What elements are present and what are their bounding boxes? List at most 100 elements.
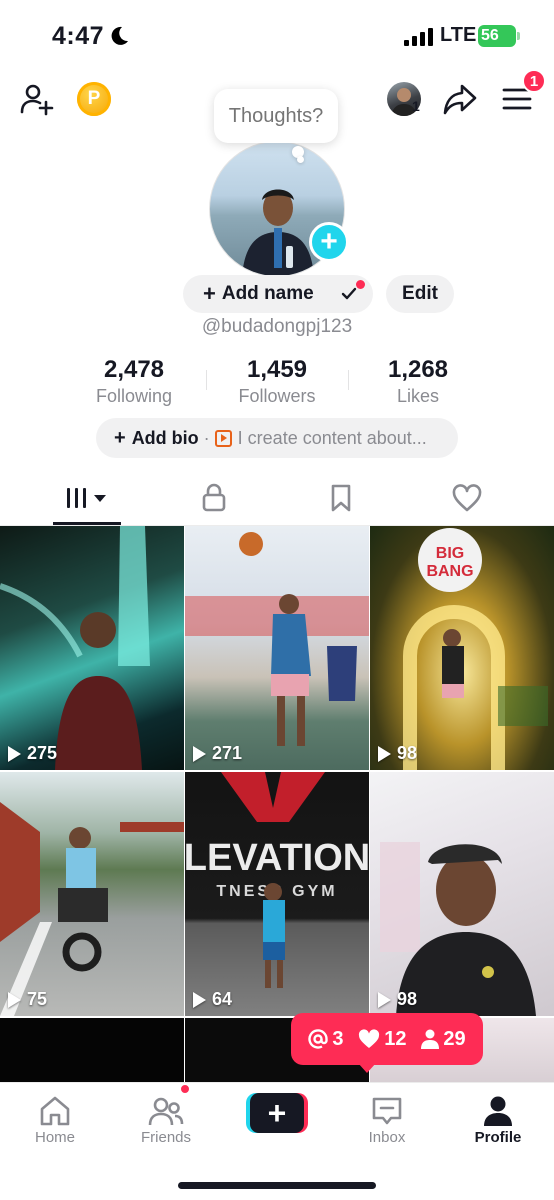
video-thumbnail[interactable]: LEVATION TNESS GYM 64 <box>185 772 369 1016</box>
signal-icon <box>404 28 433 46</box>
network-label: LTE <box>440 24 477 46</box>
share-icon[interactable] <box>440 80 480 118</box>
lock-icon <box>202 483 226 512</box>
person-icon <box>421 1029 440 1049</box>
view-count: 98 <box>378 989 417 1010</box>
activity-mentions: 3 <box>308 1027 344 1051</box>
add-friend-icon[interactable] <box>18 80 56 118</box>
stat-followers-label: Followers <box>238 386 316 406</box>
activity-popup[interactable]: 3 12 29 <box>291 1013 483 1065</box>
view-count-value: 275 <box>27 743 58 763</box>
moon-icon <box>111 26 128 45</box>
bookmark-icon <box>331 484 351 512</box>
coin-icon[interactable]: P <box>77 82 111 116</box>
edit-profile-button[interactable]: Edit <box>386 275 454 313</box>
play-icon <box>378 745 391 762</box>
home-icon <box>40 1096 70 1126</box>
heart-filled-icon <box>359 1029 380 1048</box>
view-count: 275 <box>8 743 57 764</box>
stat-likes[interactable]: 1,268 Likes <box>358 356 478 407</box>
add-name-dot <box>356 280 365 289</box>
heart-icon <box>452 484 482 512</box>
stat-divider <box>206 370 207 390</box>
grid-icon <box>67 488 106 508</box>
create-button[interactable]: + <box>246 1093 308 1133</box>
play-icon <box>193 745 206 762</box>
stat-following-value: 2,478 <box>103 356 165 383</box>
play-icon <box>378 991 391 1008</box>
plus-icon: + <box>250 1093 304 1133</box>
play-icon <box>8 991 21 1008</box>
thoughts-bubble[interactable]: Thoughts? <box>214 89 338 143</box>
video-thumbnail[interactable]: 75 <box>0 772 184 1016</box>
mention-icon <box>308 1029 329 1049</box>
plus-icon: + <box>114 426 126 449</box>
video-thumbnail[interactable] <box>0 1018 184 1082</box>
svg-text:BANG: BANG <box>426 563 473 580</box>
nav-inbox-label: Inbox <box>368 1129 406 1146</box>
bio-placeholder: I create content about... <box>237 427 427 448</box>
nav-profile[interactable]: Profile <box>453 1093 543 1146</box>
stat-divider <box>348 370 349 390</box>
bio-separator: · <box>203 427 210 448</box>
home-indicator <box>178 1182 376 1189</box>
video-thumbnail[interactable]: BIG BANG 98 <box>370 526 554 770</box>
nav-friends-label: Friends <box>140 1129 192 1146</box>
activity-popup-tail <box>358 1063 376 1073</box>
stat-followers[interactable]: 1,459 Followers <box>217 356 337 407</box>
activity-followers: 29 <box>421 1027 466 1051</box>
add-bio-label: Add bio <box>131 427 199 448</box>
friends-notification-dot <box>179 1083 191 1095</box>
likes-count: 12 <box>384 1027 407 1050</box>
view-count-value: 98 <box>397 743 418 763</box>
profile-icon <box>484 1096 512 1126</box>
bubble-tail-small <box>297 156 304 163</box>
tab-videos[interactable] <box>18 470 156 526</box>
nav-home-label: Home <box>34 1129 75 1146</box>
following-avatar-count: 1 <box>412 98 420 114</box>
mentions-count: 3 <box>332 1027 344 1050</box>
activity-likes: 12 <box>358 1027 407 1051</box>
stat-following-label: Following <box>95 386 173 406</box>
play-icon <box>8 745 21 762</box>
video-bio-icon <box>214 429 232 447</box>
view-count: 64 <box>193 989 232 1010</box>
view-count: 75 <box>8 989 47 1010</box>
add-bio-button[interactable]: + Add bio · I create content about... <box>96 418 458 458</box>
add-name-label: Add name <box>221 283 314 304</box>
menu-notification-badge: 1 <box>522 69 546 93</box>
nav-friends[interactable]: Friends <box>121 1093 211 1146</box>
battery-icon: 56 <box>478 25 520 47</box>
username: @budadongpj123 <box>201 316 353 337</box>
view-count-value: 98 <box>397 989 418 1009</box>
status-time: 4:47 <box>52 22 105 50</box>
svg-text:BIG: BIG <box>436 545 464 562</box>
video-thumbnail[interactable]: 271 <box>185 526 369 770</box>
nav-inbox[interactable]: Inbox <box>342 1093 432 1146</box>
view-count: 98 <box>378 743 417 764</box>
stat-likes-value: 1,268 <box>387 356 449 383</box>
plus-icon: + <box>203 281 216 306</box>
tab-liked[interactable] <box>398 470 536 526</box>
stat-likes-label: Likes <box>396 386 440 406</box>
active-tab-indicator <box>53 522 121 525</box>
tab-private[interactable] <box>145 470 283 526</box>
add-name-button[interactable]: + Add name <box>183 275 373 313</box>
coin-label: P <box>87 88 101 109</box>
profile-tabs <box>0 470 554 526</box>
tab-saved[interactable] <box>272 470 410 526</box>
svg-text:LEVATION: LEVATION <box>185 837 369 879</box>
stat-followers-value: 1,459 <box>246 356 308 383</box>
friends-icon <box>148 1097 184 1126</box>
add-avatar-button[interactable]: + <box>309 222 349 262</box>
view-count-value: 271 <box>212 743 243 763</box>
nav-home[interactable]: Home <box>10 1093 100 1146</box>
nav-profile-label: Profile <box>474 1129 522 1146</box>
view-count-value: 64 <box>212 989 233 1009</box>
view-count-value: 75 <box>27 989 48 1009</box>
stat-following[interactable]: 2,478 Following <box>74 356 194 407</box>
followers-count: 29 <box>443 1027 466 1050</box>
video-thumbnail[interactable]: 98 <box>370 772 554 1016</box>
view-count: 271 <box>193 743 242 764</box>
video-thumbnail[interactable]: 275 <box>0 526 184 770</box>
